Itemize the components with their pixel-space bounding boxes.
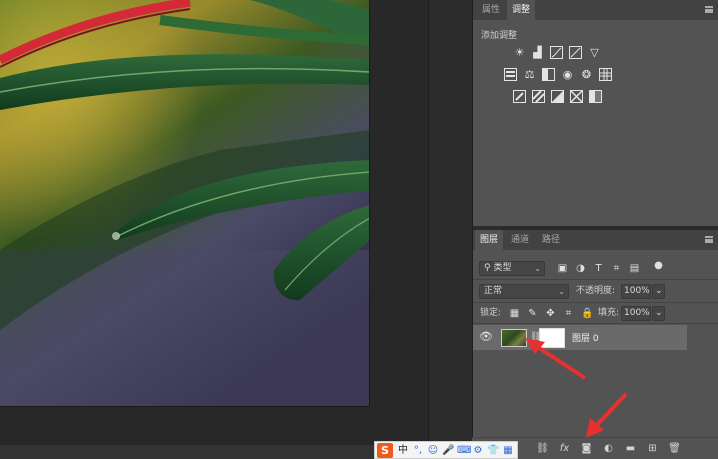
lock-label: 锁定: [480, 308, 502, 318]
opacity-dropdown[interactable]: ⌄ [652, 284, 665, 299]
brightness-contrast-icon[interactable]: ☀ [513, 46, 526, 59]
add-adjustment-title: 添加调整 [481, 31, 518, 41]
tab-channels[interactable]: 通道 [506, 230, 534, 250]
panel-menu-icon[interactable] [705, 6, 713, 13]
keyboard-icon[interactable]: ⌨ [457, 444, 471, 457]
filter-kind-label: 类型 [493, 263, 512, 273]
annotation-arrow-to-add-mask [586, 392, 628, 438]
ime-toolbar: S 中 °, ☺ 🎤 ⌨ ⚙ 👕 ▦ [374, 441, 518, 459]
toolbox-icon[interactable]: ⚙ [472, 444, 484, 457]
posterize-icon[interactable] [532, 90, 545, 103]
opacity-input[interactable]: 100% [621, 284, 651, 299]
dock-separator [442, 0, 472, 459]
selective-color-icon[interactable] [570, 90, 583, 103]
color-lookup-icon[interactable] [599, 68, 612, 81]
properties-tabbar: 属性 调整 [473, 0, 718, 20]
emoji-icon[interactable]: ☺ [427, 444, 439, 457]
levels-icon[interactable]: ▟ [531, 46, 544, 59]
blend-mode-select[interactable]: 正常 ⌄ [479, 284, 569, 299]
adjustment-filter-icon[interactable]: ◑ [575, 263, 586, 274]
opacity-label: 不透明度: [576, 286, 616, 296]
blend-mode-label: 正常 [484, 286, 503, 296]
grid-menu-icon[interactable]: ▦ [502, 444, 514, 457]
delete-icon[interactable]: 🗑 [668, 442, 681, 455]
fill-dropdown[interactable]: ⌄ [652, 306, 665, 321]
leaf-photo [0, 0, 369, 406]
layer-filter-kind-select[interactable]: ⚲ 类型 ⌄ [479, 261, 545, 276]
fill-input[interactable]: 100% [621, 306, 651, 321]
ime-logo[interactable]: S [377, 443, 393, 458]
threshold-icon[interactable] [551, 90, 564, 103]
lock-artboard-icon[interactable]: ⌗ [563, 308, 574, 319]
pixel-filter-icon[interactable]: ▣ [557, 263, 568, 274]
skin-icon[interactable]: 👕 [487, 444, 499, 457]
fill-label: 填充: [598, 308, 620, 318]
curves-icon[interactable] [550, 46, 563, 59]
link-layers-icon[interactable]: ⛓ [536, 442, 549, 455]
chevron-down-icon: ⌄ [655, 308, 663, 318]
lock-position-icon[interactable]: ✥ [545, 308, 556, 319]
new-layer-icon[interactable]: ⊞ [646, 442, 659, 455]
color-balance-icon[interactable]: ⚖ [523, 68, 536, 81]
separator [473, 279, 718, 280]
chevron-down-icon: ⌄ [655, 286, 663, 296]
layers-tabbar: 图层 通道 路径 [473, 230, 718, 250]
type-filter-icon[interactable]: T [593, 263, 604, 274]
layers-panel-menu-icon[interactable] [705, 236, 713, 243]
shape-filter-icon[interactable]: ⌗ [611, 263, 622, 274]
lock-transparent-pixels-icon[interactable]: ▦ [509, 308, 520, 319]
microphone-icon[interactable]: 🎤 [442, 444, 454, 457]
tab-properties[interactable]: 属性 [477, 0, 505, 20]
punctuation-icon[interactable]: °, [412, 444, 424, 457]
tab-layers[interactable]: 图层 [475, 230, 504, 250]
chevron-down-icon: ⌄ [534, 264, 541, 273]
exposure-icon[interactable] [569, 46, 582, 59]
chevron-down-icon: ⌄ [558, 287, 565, 296]
vibrance-icon[interactable]: ▽ [588, 46, 601, 59]
channel-mixer-icon[interactable]: ❂ [580, 68, 593, 81]
black-white-icon[interactable] [542, 68, 555, 81]
fx-icon[interactable]: fx [558, 442, 571, 455]
annotation-arrow-to-mask [525, 338, 587, 380]
tab-adjustments[interactable]: 调整 [507, 0, 536, 20]
ime-mode[interactable]: 中 [397, 444, 409, 457]
canvas-vertical-gutter [428, 0, 442, 459]
separator [473, 323, 718, 324]
hue-saturation-icon[interactable] [504, 68, 517, 81]
lock-image-pixels-icon[interactable]: ✎ [527, 308, 538, 319]
invert-icon[interactable] [513, 90, 526, 103]
document-canvas-image[interactable] [0, 0, 370, 407]
visibility-eye-icon[interactable]: 👁 [479, 331, 493, 343]
gradient-map-icon[interactable] [589, 90, 602, 103]
lock-all-icon[interactable]: 🔒 [581, 308, 593, 319]
filter-toggle-icon[interactable]: ● [653, 260, 664, 271]
photo-filter-icon[interactable]: ◉ [561, 68, 574, 81]
search-icon: ⚲ [484, 263, 491, 273]
tab-paths[interactable]: 路径 [537, 230, 565, 250]
smart-object-filter-icon[interactable]: ▤ [629, 263, 640, 274]
separator [473, 302, 718, 303]
